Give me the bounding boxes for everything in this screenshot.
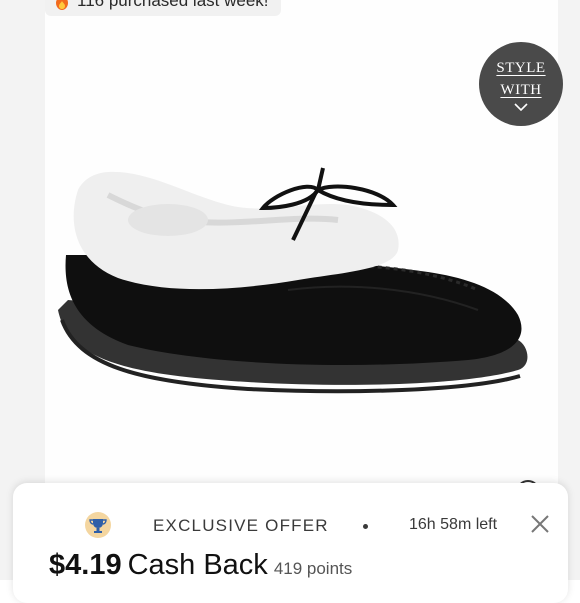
fire-icon (56, 0, 68, 10)
style-with-line1: STYLE (496, 60, 546, 76)
separator-dot (363, 524, 368, 529)
cashback-amount: $4.19 (49, 549, 122, 581)
purchase-badge: 116 purchased last week! (45, 0, 281, 16)
style-with-button[interactable]: STYLE WITH (479, 42, 563, 126)
style-with-line2: WITH (500, 82, 542, 98)
product-photo[interactable] (48, 160, 538, 405)
cashback-points: 419 points (273, 559, 353, 578)
exclusive-offer-card[interactable]: EXCLUSIVE OFFER 16h 58m left $4.19 Cash B… (13, 483, 568, 603)
close-icon[interactable] (529, 513, 551, 535)
offer-time-left: 16h 58m left (409, 516, 498, 533)
cashback-label: Cash Back (127, 549, 268, 581)
trophy-icon (85, 512, 111, 538)
offer-label: EXCLUSIVE OFFER (153, 516, 329, 535)
chevron-down-icon (514, 103, 528, 111)
cashback-line: $4.19 Cash Back 419 points (49, 549, 352, 582)
purchase-badge-text: 116 purchased last week! (77, 0, 269, 10)
